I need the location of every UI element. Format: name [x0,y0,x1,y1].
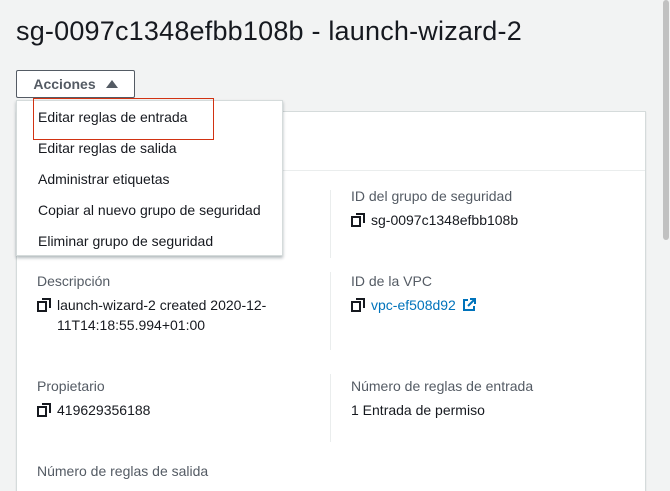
copy-icon[interactable] [351,298,365,312]
external-link-icon[interactable] [462,298,476,312]
menu-item-manage-tags[interactable]: Administrar etiquetas [38,171,170,187]
owner-value: 419629356188 [37,400,150,420]
actions-menu: Editar reglas de entrada Editar reglas d… [16,100,283,256]
column-divider [330,272,331,350]
description-value: launch-wizard-2 created 2020-12-11T14:18… [37,295,297,335]
column-divider [330,374,331,442]
menu-item-edit-outbound-rules[interactable]: Editar reglas de salida [38,140,177,156]
actions-button-label: Acciones [33,76,96,92]
copy-icon[interactable] [37,298,51,312]
column-divider [330,190,331,258]
vpc-id-value: vpc-ef508d92 [351,295,476,315]
security-group-id-text: sg-0097c1348efbb108b [371,212,519,228]
scrollbar-thumb[interactable] [663,0,669,240]
vpc-id-link[interactable]: vpc-ef508d92 [371,295,456,315]
inbound-rules-count-value: 1 Entrada de permiso [351,402,485,418]
copy-icon[interactable] [351,213,365,227]
caret-up-icon [105,80,118,88]
page-title: sg-0097c1348efbb108b - launch-wizard-2 [16,16,522,46]
actions-dropdown-button[interactable]: Acciones [16,70,135,98]
copy-icon[interactable] [37,403,51,417]
menu-item-copy-to-new-security-group[interactable]: Copiar al nuevo grupo de seguridad [38,202,261,218]
vpc-id-label: ID de la VPC [351,273,432,289]
scrollbar-track[interactable] [662,0,670,477]
description-text: launch-wizard-2 created 2020-12-11T14:18… [57,297,267,333]
owner-label: Propietario [37,378,105,394]
inbound-rules-count-label: Número de reglas de entrada [351,378,534,394]
menu-item-edit-inbound-rules[interactable]: Editar reglas de entrada [38,109,187,125]
description-label: Descripción [37,273,111,289]
owner-text: 419629356188 [57,402,151,418]
menu-item-delete-security-group[interactable]: Eliminar grupo de seguridad [38,233,213,249]
security-group-id-label: ID del grupo de seguridad [351,188,513,204]
security-group-id-value: sg-0097c1348efbb108b [351,210,518,230]
